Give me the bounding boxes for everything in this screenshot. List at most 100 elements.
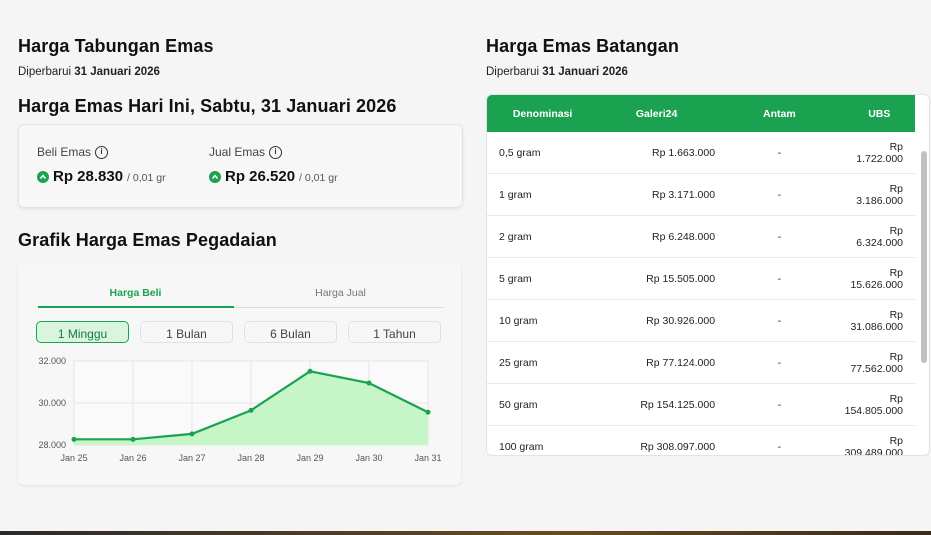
ubs-price-cell: Rp 1.722.000	[843, 132, 915, 174]
data-point[interactable]	[248, 407, 254, 413]
arrow-up-icon	[209, 170, 221, 183]
chart-title: Grafik Harga Emas Pegadaian	[18, 230, 277, 250]
ubs-price-cell: Rp 77.562.000	[843, 341, 915, 384]
ubs-price-cell: Rp 154.805.000	[843, 383, 915, 426]
x-tick-label: Jan 27	[178, 453, 205, 463]
updated-date: 31 Januari 2026	[542, 66, 628, 78]
today-price-title: Harga Emas Hari Ini, Sabtu, 31 Januari 2…	[18, 96, 397, 116]
y-tick-label: 30.000	[38, 398, 66, 408]
data-point[interactable]	[366, 380, 372, 386]
column-header-ubs: UBS	[868, 107, 891, 120]
ubs-price-cell: Rp 3.186.000	[843, 173, 915, 216]
denomination-cell: 5 gram	[487, 257, 599, 300]
y-tick-label: 32.000	[38, 356, 66, 366]
ubs-price-cell: Rp 6.324.000	[843, 215, 915, 258]
data-point[interactable]	[130, 436, 136, 442]
price-type-tabs: Harga Beli Harga Jual	[38, 281, 444, 308]
table-header-row: Denominasi Galeri24 Antam UBS	[487, 95, 915, 132]
updated-prefix: Diperbarui	[486, 66, 540, 78]
x-tick-label: Jan 28	[237, 453, 264, 463]
chart-card: Harga Beli Harga Jual 1 Minggu 1 Bulan 6…	[18, 263, 461, 485]
buy-unit: / 0,01 gr	[127, 172, 166, 184]
arrow-up-icon	[37, 170, 49, 183]
sell-price-block: Jual Emas i Rp 26.520 / 0,01 gr	[209, 145, 338, 185]
tab-harga-jual[interactable]: Harga Jual	[243, 287, 438, 299]
range-selector: 1 Minggu 1 Bulan 6 Bulan 1 Tahun	[36, 321, 444, 345]
bullion-price-table: Denominasi Galeri24 Antam UBS 0,5 gram Rp…	[487, 95, 915, 455]
column-header-galeri24: Galeri24	[635, 107, 678, 120]
info-icon[interactable]: i	[269, 145, 283, 159]
table-row: 5 gram Rp 15.505.000- Rp 15.626.000	[487, 257, 915, 300]
savings-title: Harga Tabungan Emas	[18, 36, 214, 56]
price-chart[interactable]: 32.000 30.000 28.000 Jan 25 Jan 26 Jan 27 Jan …	[18, 351, 461, 476]
buy-price-block: Beli Emas i Rp 28.830 / 0,01 gr	[37, 145, 166, 185]
x-tick-label: Jan 31	[414, 453, 441, 463]
range-6-months-button[interactable]: 6 Bulan	[244, 321, 337, 343]
column-header-antam: Antam	[762, 107, 796, 120]
galeri24-price-cell: Rp 15.505.000	[598, 257, 716, 300]
galeri24-price-cell: Rp 1.663.000	[598, 132, 716, 174]
data-point[interactable]	[71, 436, 77, 442]
antam-price-cell: -	[715, 257, 844, 300]
updated-date: 31 Januari 2026	[74, 66, 160, 78]
table-row: 50 gram Rp 154.125.000- Rp 154.805.000	[487, 383, 915, 426]
antam-price-cell: -	[715, 132, 844, 174]
denomination-cell: 25 gram	[487, 341, 599, 384]
bullion-table-card: Denominasi Galeri24 Antam UBS 0,5 gram Rp…	[486, 94, 930, 456]
galeri24-price-cell: Rp 154.125.000	[598, 383, 716, 426]
antam-price-cell: -	[715, 215, 844, 258]
ubs-price-cell: Rp 15.626.000	[843, 257, 915, 300]
table-row: 2 gram Rp 6.248.000- Rp 6.324.000	[487, 215, 915, 258]
x-tick-label: Jan 30	[355, 453, 382, 463]
ubs-price-cell: Rp 31.086.000	[843, 299, 915, 342]
antam-price-cell: -	[715, 383, 844, 426]
sell-price: Rp 26.520	[225, 168, 296, 185]
bullion-updated: Diperbarui 31 Januari 2026	[486, 66, 628, 78]
denomination-cell: 0,5 gram	[487, 132, 599, 174]
galeri24-price-cell: Rp 30.926.000	[598, 299, 716, 342]
data-point[interactable]	[189, 431, 195, 437]
buy-price: Rp 28.830	[53, 168, 124, 185]
ubs-price-cell: Rp 309.489.000	[843, 425, 915, 455]
sell-label: Jual Emas	[209, 145, 266, 159]
denomination-cell: 2 gram	[487, 215, 599, 258]
denomination-cell: 50 gram	[487, 383, 599, 426]
table-row: 100 gram Rp 308.097.000- Rp 309.489.000	[487, 425, 915, 455]
column-header-denominasi: Denominasi	[512, 107, 573, 120]
denomination-cell: 100 gram	[487, 425, 599, 455]
tab-harga-beli[interactable]: Harga Beli	[38, 287, 233, 299]
table-row: 25 gram Rp 77.124.000- Rp 77.562.000	[487, 341, 915, 384]
range-1-year-button[interactable]: 1 Tahun	[348, 321, 441, 343]
antam-price-cell: -	[715, 173, 844, 216]
x-tick-label: Jan 29	[296, 453, 323, 463]
antam-price-cell: -	[715, 299, 844, 342]
bullion-title: Harga Emas Batangan	[486, 36, 679, 56]
savings-updated: Diperbarui 31 Januari 2026	[18, 66, 160, 78]
x-tick-label: Jan 25	[60, 453, 87, 463]
bottom-edge-strip	[0, 531, 931, 535]
table-row: 0,5 gram Rp 1.663.000- Rp 1.722.000	[487, 132, 915, 174]
range-1-month-button[interactable]: 1 Bulan	[140, 321, 233, 343]
table-row: 10 gram Rp 30.926.000- Rp 31.086.000	[487, 299, 915, 342]
info-icon[interactable]: i	[95, 145, 109, 159]
buy-label: Beli Emas	[37, 145, 92, 159]
galeri24-price-cell: Rp 3.171.000	[598, 173, 716, 216]
table-row: 1 gram Rp 3.171.000- Rp 3.186.000	[487, 173, 915, 216]
updated-prefix: Diperbarui	[18, 66, 72, 78]
data-point[interactable]	[425, 409, 431, 415]
galeri24-price-cell: Rp 77.124.000	[598, 341, 716, 384]
antam-price-cell: -	[715, 425, 844, 455]
antam-price-cell: -	[715, 341, 844, 384]
active-tab-indicator	[38, 306, 234, 308]
denomination-cell: 10 gram	[487, 299, 599, 342]
galeri24-price-cell: Rp 6.248.000	[598, 215, 716, 258]
range-1-week-button[interactable]: 1 Minggu	[36, 321, 129, 343]
x-tick-label: Jan 26	[119, 453, 146, 463]
data-point[interactable]	[307, 368, 313, 374]
table-scrollbar[interactable]	[921, 151, 927, 363]
galeri24-price-cell: Rp 308.097.000	[598, 425, 716, 455]
price-card: Beli Emas i Rp 28.830 / 0,01 gr Jual Ema…	[18, 124, 463, 208]
y-tick-label: 28.000	[38, 440, 66, 450]
denomination-cell: 1 gram	[487, 173, 599, 216]
sell-unit: / 0,01 gr	[299, 172, 338, 184]
